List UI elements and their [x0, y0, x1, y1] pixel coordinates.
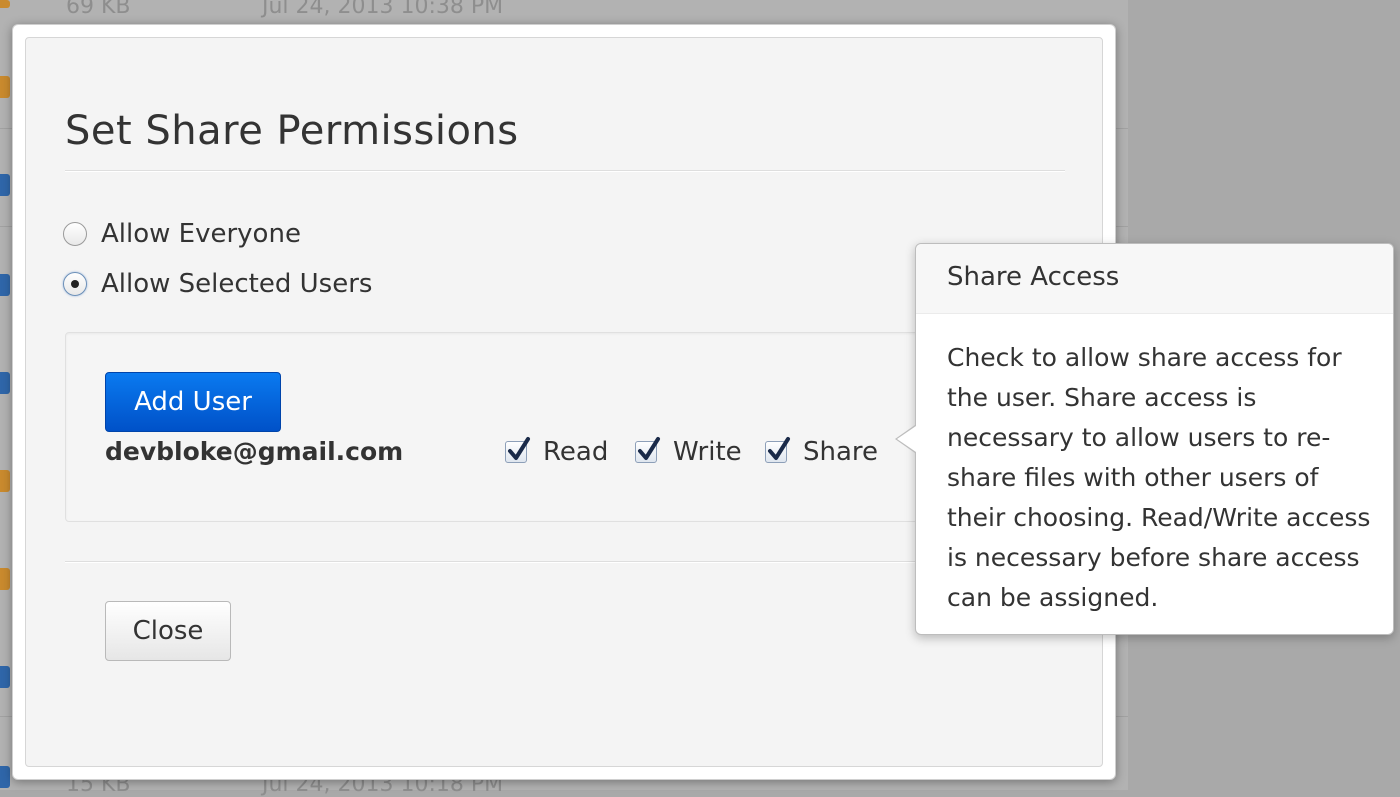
file-icon [0, 372, 10, 394]
popover-content: Check to allow share access for the user… [947, 343, 1371, 612]
share-label: Share [803, 437, 879, 467]
file-icon [0, 470, 10, 492]
allow-selected-users-label: Allow Selected Users [101, 269, 373, 299]
file-icon [0, 0, 10, 8]
checkmark-icon [768, 437, 790, 460]
checkmark-icon [508, 437, 530, 460]
file-date: Jul 24, 2013 10:38 PM [262, 0, 504, 19]
file-icon [0, 76, 10, 98]
file-icon [0, 174, 10, 196]
radio-button[interactable] [63, 222, 87, 246]
allow-everyone-label: Allow Everyone [101, 219, 301, 249]
close-button[interactable]: Close [105, 601, 231, 661]
allow-everyone-option[interactable]: Allow Everyone [63, 219, 301, 249]
file-icon [0, 568, 10, 590]
checkmark-icon [638, 437, 660, 460]
file-icon [0, 766, 10, 788]
share-access-popover: Share Access Check to allow share access… [895, 243, 1394, 635]
file-icon [0, 274, 10, 296]
share-permission[interactable]: Share [765, 437, 878, 467]
share-checkbox[interactable] [765, 437, 790, 463]
file-icon [0, 666, 10, 688]
write-label: Write [673, 437, 742, 467]
user-email: devbloke@gmail.com [105, 437, 404, 466]
write-permission[interactable]: Write [635, 437, 742, 467]
add-user-button[interactable]: Add User [105, 372, 281, 432]
popover-title: Share Access [916, 244, 1393, 314]
write-checkbox[interactable] [635, 437, 660, 463]
modal-title: Set Share Permissions [65, 108, 519, 154]
radio-button[interactable] [63, 272, 87, 296]
read-permission[interactable]: Read [505, 437, 608, 467]
file-size: 69 KB [66, 0, 131, 19]
read-checkbox[interactable] [505, 437, 530, 463]
read-label: Read [543, 437, 609, 467]
allow-selected-users-option[interactable]: Allow Selected Users [63, 269, 372, 299]
title-divider [65, 170, 1065, 172]
